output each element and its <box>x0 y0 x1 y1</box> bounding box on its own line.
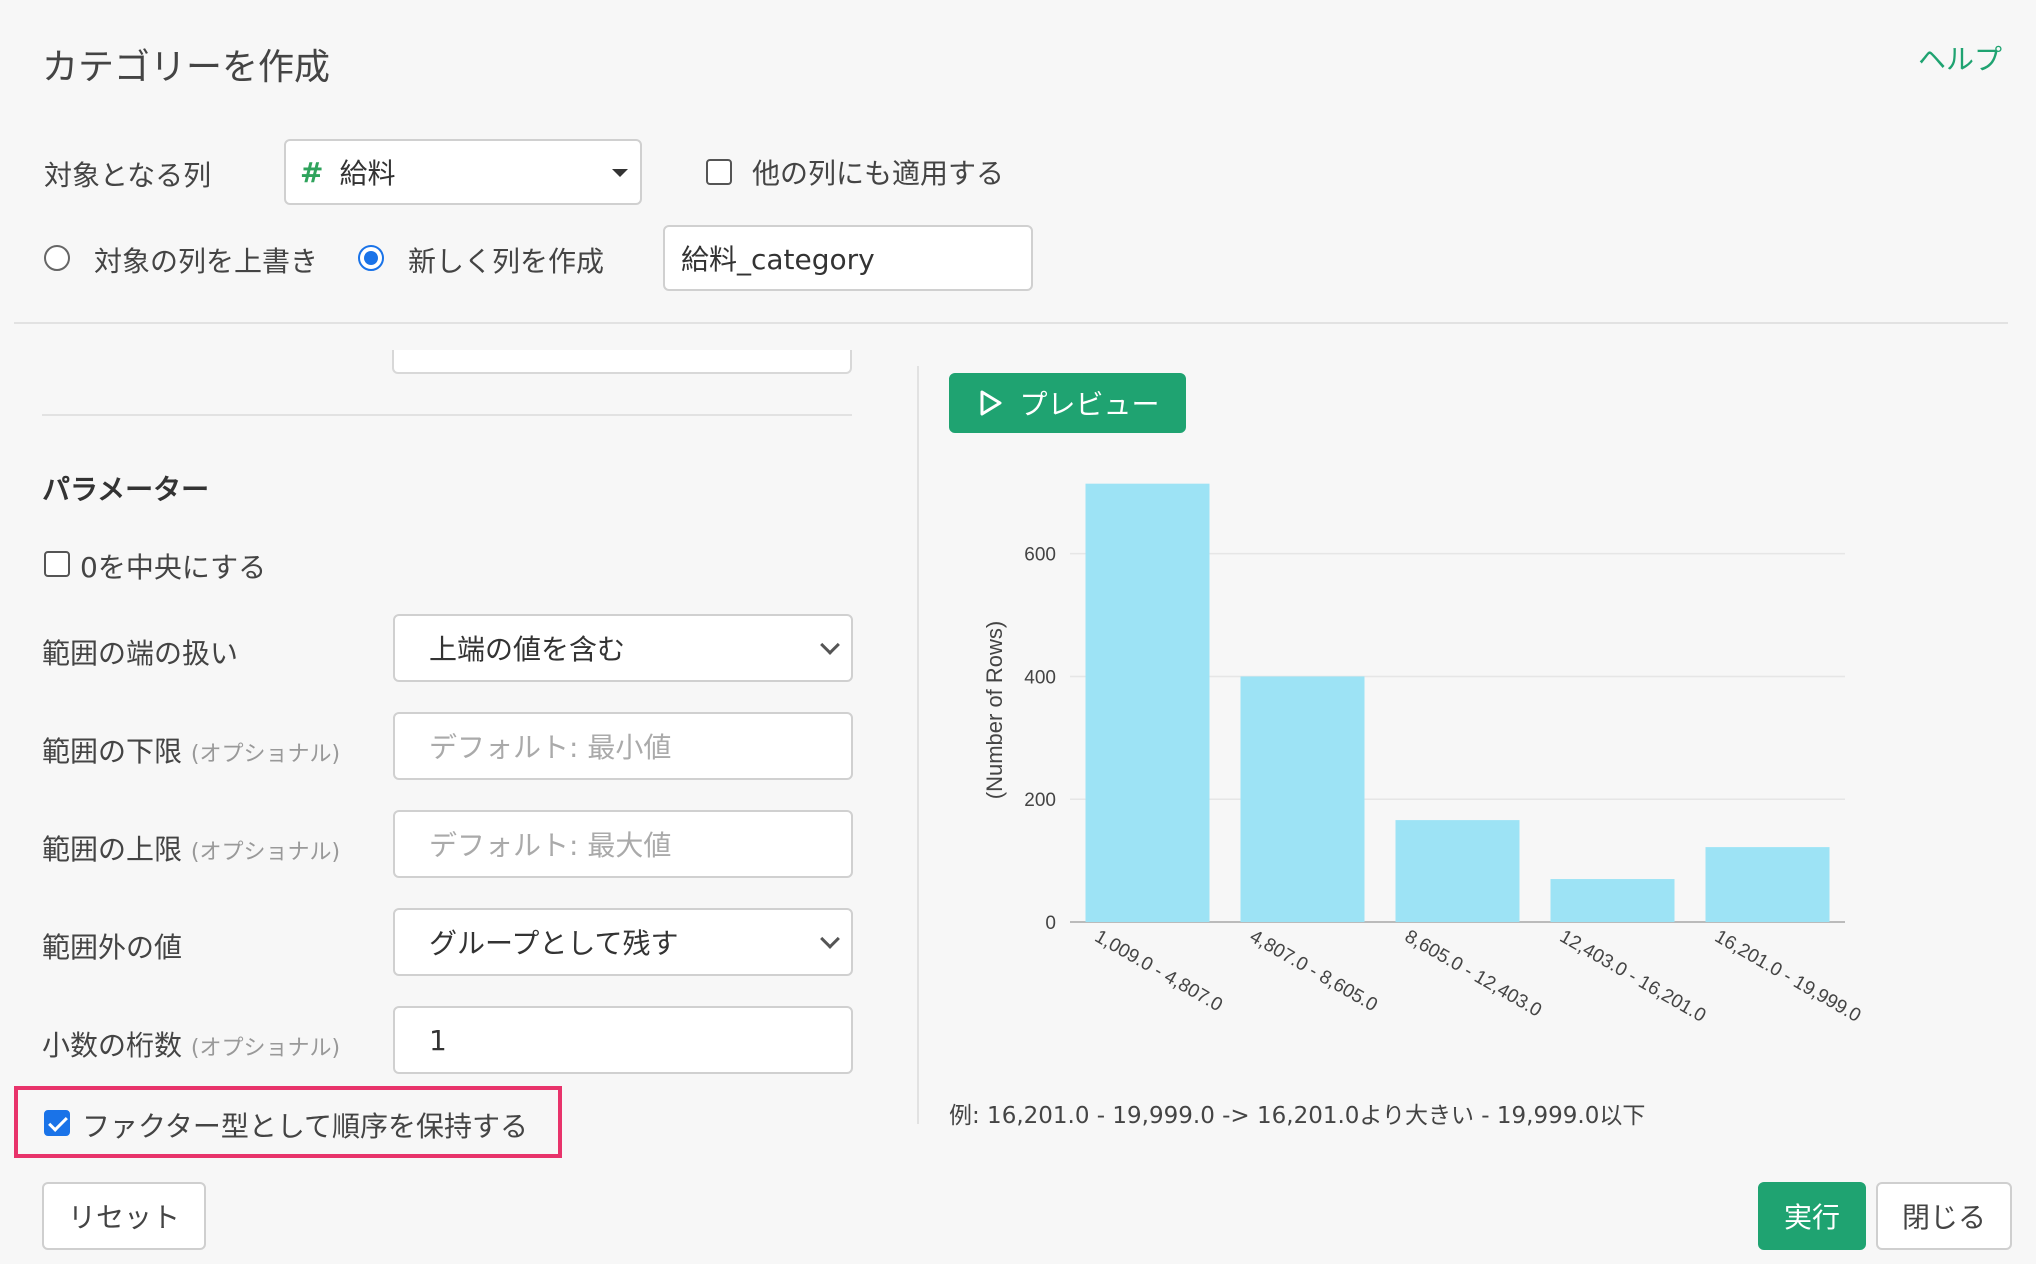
close-button[interactable]: 閉じる <box>1876 1182 2012 1250</box>
create-new-label: 新しく列を作成 <box>408 245 605 278</box>
upper-bound-input[interactable]: デフォルト: 最大値 <box>393 810 853 878</box>
range-edge-value: 上端の値を含む <box>429 633 626 666</box>
preview-example-text: 例: 16,201.0 - 19,999.0 -> 16,201.0より大きい … <box>949 1103 1646 1129</box>
histogram-bar <box>1085 483 1210 922</box>
overwrite-label: 対象の列を上書き <box>94 245 319 278</box>
apply-other-label: 他の列にも適用する <box>752 157 1005 190</box>
y-tick-label: 0 <box>1045 913 1056 934</box>
histogram-bar <box>1550 879 1675 922</box>
decimals-label: 小数の桁数 (オプショナル) <box>42 1024 340 1064</box>
histogram-bar <box>1395 820 1520 922</box>
y-tick-label: 400 <box>1024 667 1056 688</box>
upper-bound-label: 範囲の上限 (オプショナル) <box>42 828 340 868</box>
histogram-bar <box>1705 847 1830 922</box>
run-button[interactable]: 実行 <box>1758 1182 1866 1250</box>
outside-values-select[interactable]: グループとして残す <box>393 908 853 976</box>
scrolled-input-edge <box>392 350 852 374</box>
target-column-select[interactable]: # 給料 <box>284 139 642 205</box>
dialog-title: カテゴリーを作成 <box>42 47 331 88</box>
target-column-label: 対象となる列 <box>44 159 212 192</box>
factor-checkbox[interactable] <box>44 1110 70 1136</box>
play-icon <box>980 390 1002 416</box>
x-tick-label: 12,403.0 - 16,201.0 <box>1556 926 1709 1027</box>
lower-bound-placeholder: デフォルト: 最小値 <box>429 731 672 764</box>
decimals-value: 1 <box>429 1023 447 1057</box>
outside-values-value: グループとして残す <box>429 927 679 960</box>
reset-button[interactable]: リセット <box>42 1182 206 1250</box>
upper-bound-label-text: 範囲の上限 <box>42 833 183 866</box>
range-edge-label: 範囲の端の扱い <box>42 637 239 670</box>
y-tick-label: 600 <box>1024 545 1056 566</box>
center-zero-label: 0を中央にする <box>80 551 267 584</box>
decimals-label-text: 小数の桁数 <box>42 1029 183 1062</box>
help-link[interactable]: ヘルプ <box>1918 38 2002 78</box>
create-new-radio[interactable] <box>358 245 384 271</box>
outside-values-label: 範囲外の値 <box>42 931 183 964</box>
lower-bound-input[interactable]: デフォルト: 最小値 <box>393 712 853 780</box>
preview-button[interactable]: プレビュー <box>949 373 1186 433</box>
panel-divider <box>917 366 919 1124</box>
header-divider <box>14 322 2008 324</box>
lower-bound-label: 範囲の下限 (オプショナル) <box>42 730 340 770</box>
params-heading: パラメーター <box>42 473 210 506</box>
lower-bound-label-text: 範囲の下限 <box>42 735 183 768</box>
range-edge-select[interactable]: 上端の値を含む <box>393 614 853 682</box>
center-zero-checkbox[interactable] <box>44 551 70 577</box>
new-column-name-value: 給料_category <box>681 243 875 276</box>
params-divider <box>42 414 852 416</box>
decimals-input[interactable]: 1 <box>393 1006 853 1074</box>
chevron-down-icon <box>820 929 840 949</box>
chevron-down-icon <box>820 635 840 655</box>
new-column-name-input[interactable]: 給料_category <box>663 225 1033 291</box>
histogram-bar <box>1240 676 1365 922</box>
x-tick-label: 4,807.0 - 8,605.0 <box>1246 926 1381 1016</box>
preview-button-label: プレビュー <box>1019 388 1160 421</box>
histogram-chart: 0 200 400 600 1,009.0 - 4,807.0 4,807.0 - 8,… <box>982 483 1864 1027</box>
apply-other-checkbox[interactable] <box>706 159 732 185</box>
x-tick-label: 1,009.0 - 4,807.0 <box>1091 926 1226 1016</box>
number-type-icon: # <box>300 155 324 189</box>
y-tick-label: 200 <box>1024 790 1056 811</box>
factor-label: ファクター型として順序を保持する <box>82 1110 529 1143</box>
x-tick-label: 16,201.0 - 19,999.0 <box>1711 926 1864 1027</box>
decimals-optional-hint: (オプショナル) <box>190 1036 341 1061</box>
overwrite-radio[interactable] <box>44 245 70 271</box>
upper-bound-placeholder: デフォルト: 最大値 <box>429 829 672 862</box>
lower-optional-hint: (オプショナル) <box>190 742 341 767</box>
target-column-value: 給料 <box>339 157 396 190</box>
x-tick-label: 8,605.0 - 12,403.0 <box>1401 926 1545 1021</box>
upper-optional-hint: (オプショナル) <box>190 840 341 865</box>
y-axis-label: (Number of Rows) <box>982 621 1007 799</box>
caret-down-icon <box>612 169 628 177</box>
